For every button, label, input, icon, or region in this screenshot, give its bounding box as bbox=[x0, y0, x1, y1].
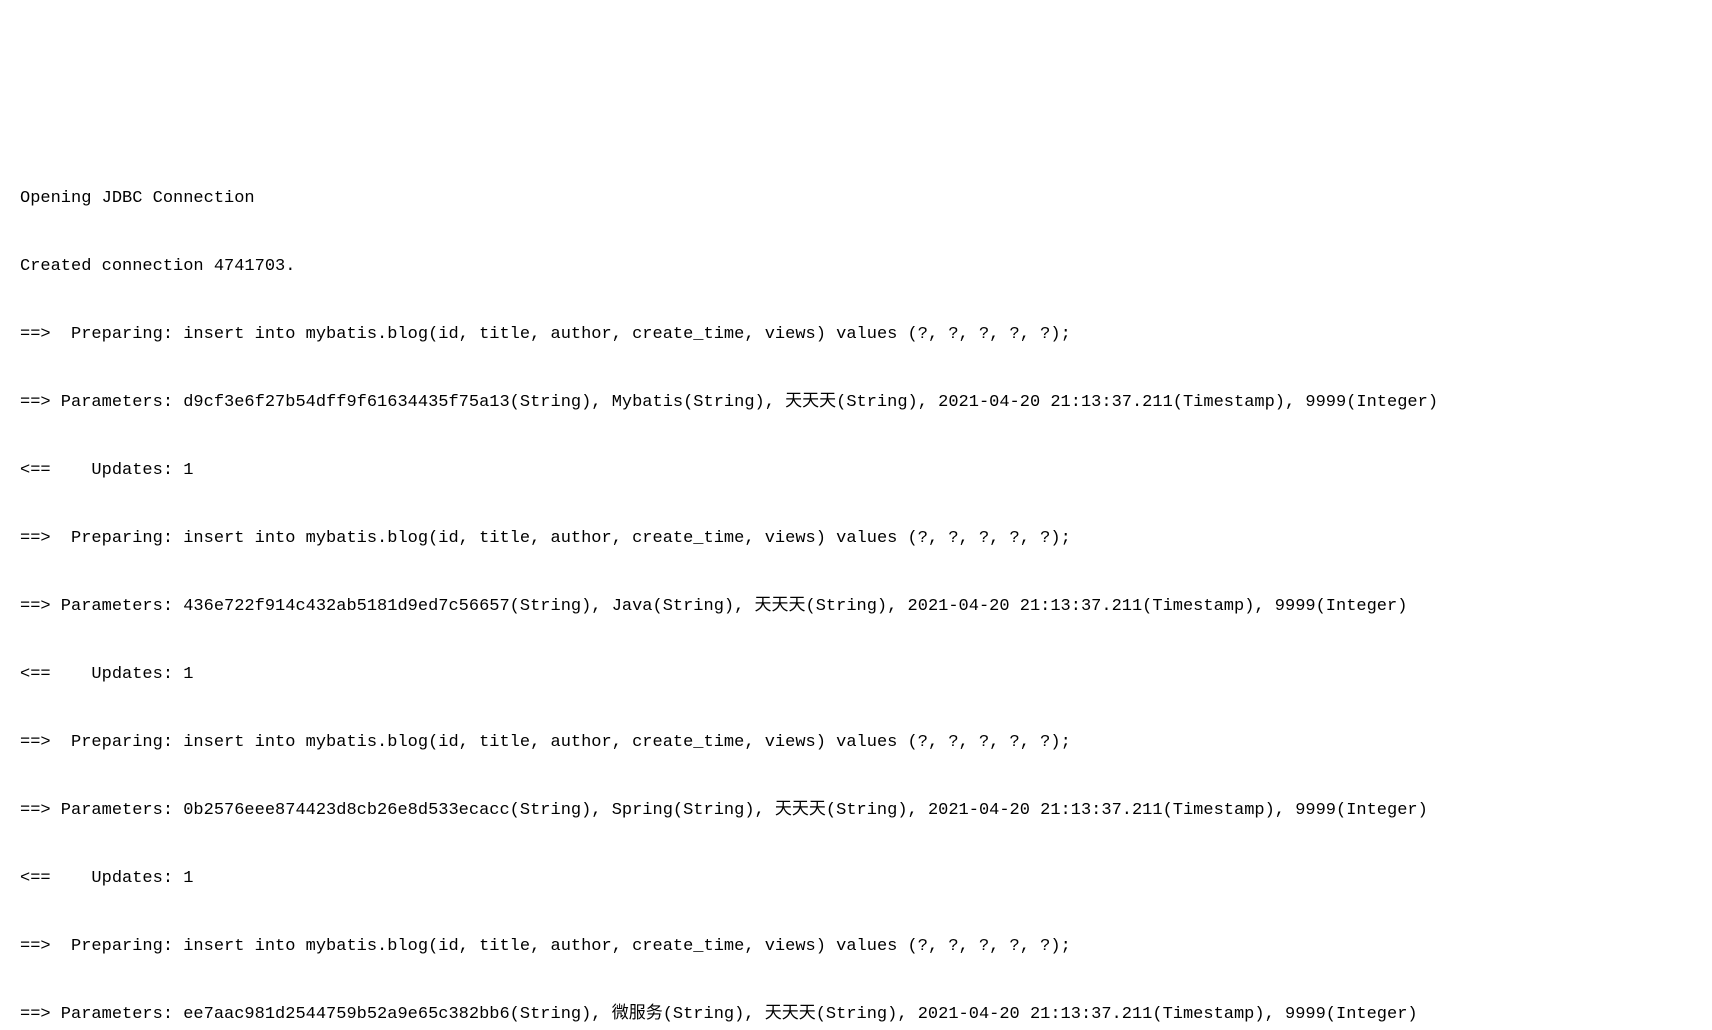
log-line: Opening JDBC Connection bbox=[20, 182, 1692, 216]
console-output: Opening JDBC Connection Created connecti… bbox=[20, 148, 1692, 1030]
log-line: ==> Parameters: d9cf3e6f27b54dff9f616344… bbox=[20, 386, 1692, 420]
log-line: <== Updates: 1 bbox=[20, 658, 1692, 692]
log-line: ==> Parameters: 436e722f914c432ab5181d9e… bbox=[20, 590, 1692, 624]
log-line: ==> Preparing: insert into mybatis.blog(… bbox=[20, 522, 1692, 556]
log-line: ==> Parameters: 0b2576eee874423d8cb26e8d… bbox=[20, 794, 1692, 828]
log-line: ==> Preparing: insert into mybatis.blog(… bbox=[20, 726, 1692, 760]
log-line: ==> Preparing: insert into mybatis.blog(… bbox=[20, 318, 1692, 352]
log-line: Created connection 4741703. bbox=[20, 250, 1692, 284]
log-line: <== Updates: 1 bbox=[20, 862, 1692, 896]
log-line: ==> Parameters: ee7aac981d2544759b52a9e6… bbox=[20, 998, 1692, 1030]
log-line: <== Updates: 1 bbox=[20, 454, 1692, 488]
log-line: ==> Preparing: insert into mybatis.blog(… bbox=[20, 930, 1692, 964]
